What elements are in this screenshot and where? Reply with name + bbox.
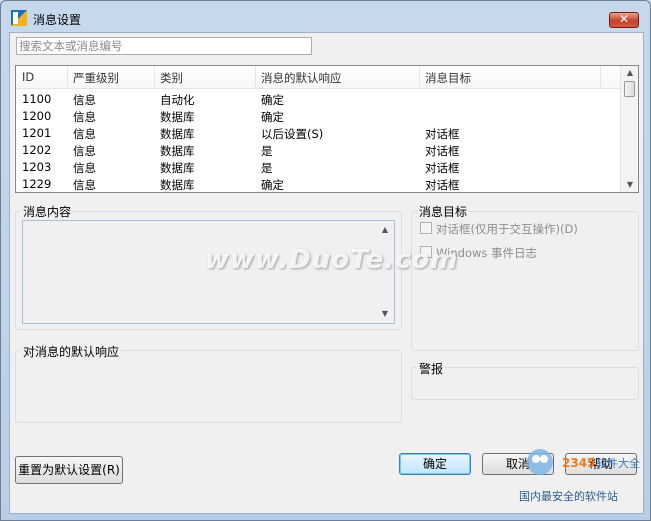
cell-default-response: 以后设置(S) bbox=[261, 127, 324, 141]
column-separator[interactable] bbox=[419, 66, 420, 88]
cell-severity: 信息 bbox=[73, 178, 96, 192]
column-separator[interactable] bbox=[255, 66, 256, 88]
watermark-text: www.DuoTe.com bbox=[205, 245, 459, 275]
cell-category: 数据库 bbox=[160, 110, 195, 124]
cell-default-response: 确定 bbox=[261, 178, 284, 192]
table-row[interactable]: 1100 信息 自动化 确定 bbox=[16, 90, 620, 107]
site-logo-icon: 2345 软件大全 bbox=[527, 449, 640, 475]
scroll-down-icon[interactable]: ▼ bbox=[621, 178, 638, 192]
cell-target: 对话框 bbox=[425, 127, 460, 141]
column-header-category[interactable]: 类别 bbox=[160, 70, 183, 86]
default-response-label: 对消息的默认响应 bbox=[21, 343, 122, 360]
cell-id: 1200 bbox=[22, 109, 52, 123]
dialog-target-label: 对话框(仅用于交互操作)(D) bbox=[436, 222, 578, 236]
cell-target: 对话框 bbox=[425, 161, 460, 175]
column-header-id[interactable]: ID bbox=[22, 70, 34, 86]
close-icon: ✕ bbox=[618, 12, 630, 26]
cell-category: 数据库 bbox=[160, 178, 195, 192]
message-list[interactable]: ID 严重级别 类别 消息的默认响应 消息目标 1100 信息 自动化 确定 1… bbox=[15, 65, 639, 193]
column-header-target[interactable]: 消息目标 bbox=[425, 70, 471, 86]
site-slogan: 国内最安全的软件站 bbox=[519, 490, 618, 503]
ok-button[interactable]: 确定 bbox=[399, 453, 471, 475]
scroll-up-icon[interactable]: ▲ bbox=[621, 66, 638, 80]
table-row[interactable]: 1202 信息 数据库 是 对话框 bbox=[16, 141, 620, 158]
scroll-thumb[interactable] bbox=[624, 81, 635, 97]
cell-category: 数据库 bbox=[160, 161, 195, 175]
cell-default-response: 是 bbox=[261, 161, 273, 175]
cell-id: 1100 bbox=[22, 92, 52, 106]
window-title: 消息设置 bbox=[33, 13, 82, 27]
message-target-label: 消息目标 bbox=[417, 203, 470, 220]
search-input[interactable] bbox=[19, 39, 305, 53]
dialog-target-checkbox[interactable]: 对话框(仅用于交互操作)(D) bbox=[420, 221, 635, 237]
alarm-group bbox=[411, 367, 639, 400]
cell-severity: 信息 bbox=[73, 161, 96, 175]
search-box[interactable] bbox=[16, 37, 312, 55]
svg-text:软件大全: 软件大全 bbox=[596, 456, 640, 470]
table-row[interactable]: 1229 信息 数据库 确定 对话框 bbox=[16, 175, 620, 192]
column-separator[interactable] bbox=[67, 66, 68, 88]
cell-severity: 信息 bbox=[73, 127, 96, 141]
cell-id: 1229 bbox=[22, 177, 52, 191]
column-separator[interactable] bbox=[600, 66, 601, 88]
cell-id: 1203 bbox=[22, 160, 52, 174]
column-header-severity[interactable]: 严重级别 bbox=[73, 70, 119, 86]
close-button[interactable]: ✕ bbox=[609, 12, 639, 28]
cell-default-response: 确定 bbox=[261, 110, 284, 124]
cell-severity: 信息 bbox=[73, 144, 96, 158]
cell-default-response: 确定 bbox=[261, 93, 284, 107]
table-row[interactable]: 1203 信息 数据库 是 对话框 bbox=[16, 158, 620, 175]
table-row[interactable]: 1201 信息 数据库 以后设置(S) 对话框 bbox=[16, 124, 620, 141]
app-icon bbox=[11, 10, 27, 26]
cell-default-response: 是 bbox=[261, 144, 273, 158]
default-response-group bbox=[15, 350, 402, 423]
cell-severity: 信息 bbox=[73, 93, 96, 107]
title-bar[interactable]: 消息设置 ✕ bbox=[1, 1, 650, 33]
cell-category: 数据库 bbox=[160, 144, 195, 158]
svg-text:2345: 2345 bbox=[562, 456, 595, 470]
column-separator[interactable] bbox=[154, 66, 155, 88]
alarm-label: 警报 bbox=[417, 360, 446, 377]
cell-id: 1201 bbox=[22, 126, 52, 140]
reset-defaults-button[interactable]: 重置为默认设置(R) bbox=[15, 456, 123, 484]
scroll-down-icon[interactable]: ▼ bbox=[377, 307, 393, 321]
list-scrollbar[interactable]: ▲ ▼ bbox=[620, 66, 638, 192]
column-header-default-response[interactable]: 消息的默认响应 bbox=[261, 70, 342, 86]
cell-category: 数据库 bbox=[160, 127, 195, 141]
scroll-up-icon[interactable]: ▲ bbox=[377, 223, 393, 237]
cell-severity: 信息 bbox=[73, 110, 96, 124]
message-content-label: 消息内容 bbox=[21, 203, 74, 220]
cell-category: 自动化 bbox=[160, 93, 195, 107]
cell-target: 对话框 bbox=[425, 144, 460, 158]
checkbox-icon[interactable] bbox=[420, 222, 432, 234]
cell-id: 1202 bbox=[22, 143, 52, 157]
list-header: ID 严重级别 类别 消息的默认响应 消息目标 bbox=[16, 66, 620, 89]
cell-target: 对话框 bbox=[425, 178, 460, 192]
table-row[interactable]: 1200 信息 数据库 确定 bbox=[16, 107, 620, 124]
